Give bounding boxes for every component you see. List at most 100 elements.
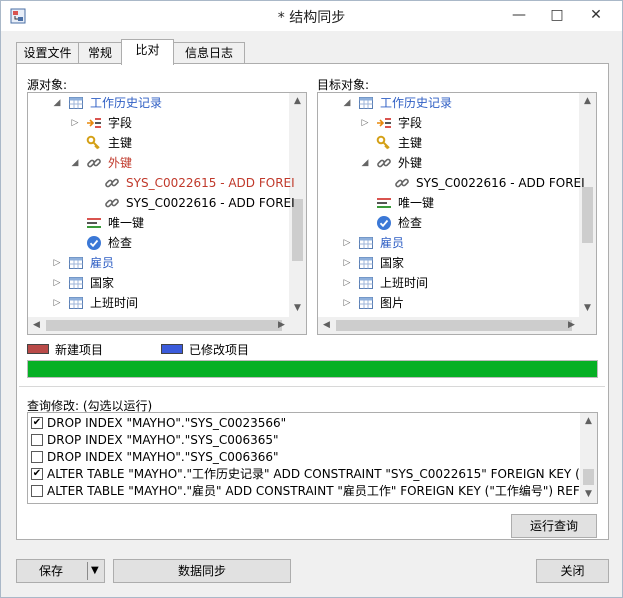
target-tree-item[interactable]: ▷ 雇员	[318, 233, 580, 253]
sync-progress-bar	[27, 360, 598, 378]
collapse-arrow-icon[interactable]: ◢	[70, 153, 80, 173]
scroll-right-icon[interactable]: ▶	[563, 317, 580, 334]
scroll-left-icon[interactable]: ◀	[28, 317, 45, 334]
minimize-icon[interactable]: —	[504, 2, 534, 28]
run-query-button[interactable]: 运行查询	[511, 514, 597, 538]
query-item[interactable]: ✔ ALTER TABLE "MAYHO"."工作历史记录" ADD CONSTR…	[28, 466, 597, 482]
query-text: ALTER TABLE "MAYHO"."雇员" ADD CONSTRAINT …	[47, 484, 588, 498]
expand-arrow-icon[interactable]: ▷	[360, 113, 370, 133]
scroll-thumb[interactable]	[336, 320, 572, 331]
scroll-up-icon[interactable]: ▲	[579, 93, 596, 110]
target-tree-item[interactable]: ▷ 上班时间	[318, 273, 580, 293]
link-icon	[105, 198, 119, 208]
target-tree-item[interactable]: ▷ 字段	[318, 113, 580, 133]
link-icon	[395, 178, 409, 188]
scrollbar-corner	[289, 317, 306, 334]
save-button[interactable]: 保存 ▼	[16, 559, 105, 583]
target-tree-item[interactable]: 检查	[318, 213, 580, 233]
expand-arrow-icon[interactable]: ▷	[342, 273, 352, 293]
target-tree-item[interactable]: 主键	[318, 133, 580, 153]
tree-item-label: 雇员	[380, 236, 405, 250]
target-horizontal-scrollbar[interactable]: ◀ ▶	[318, 317, 580, 334]
source-objects-label: 源对象:	[27, 78, 68, 92]
expand-arrow-icon[interactable]: ▷	[342, 293, 352, 313]
query-vertical-scrollbar[interactable]: ▲ ▼	[580, 413, 597, 503]
source-tree-item[interactable]: ▷ 上班时间	[28, 293, 290, 313]
table-icon	[359, 257, 373, 269]
target-object-tree[interactable]: ▲ ▼ ◀ ▶ ◢ 工作历史记录 ▷ 字段 主键 ◢ 外键 SYS_C0022616 - AD…	[317, 92, 597, 335]
tree-item-label: 图片	[380, 296, 405, 310]
close-icon[interactable]: ✕	[581, 2, 611, 28]
target-tree-item[interactable]: 唯一键	[318, 193, 580, 213]
query-item[interactable]: ✔ DROP INDEX "MAYHO"."SYS_C0023566"	[28, 415, 580, 431]
table-icon	[69, 97, 83, 109]
dropdown-arrow-icon[interactable]: ▼	[91, 560, 99, 582]
target-vertical-scrollbar[interactable]: ▲ ▼	[579, 93, 596, 317]
query-list[interactable]: ALTER TABLE "MAYHO"."雇员" ADD CONSTRAINT …	[27, 412, 598, 504]
tab-settings-file[interactable]: 设置文件	[16, 42, 79, 64]
target-tree-item[interactable]: SYS_C0022616 - ADD FOREI	[318, 173, 585, 193]
progress-fill	[28, 361, 597, 377]
expand-arrow-icon[interactable]: ▷	[342, 233, 352, 253]
source-horizontal-scrollbar[interactable]: ◀ ▶	[28, 317, 290, 334]
source-tree-item[interactable]: ◢ 外键	[28, 153, 290, 173]
scroll-left-icon[interactable]: ◀	[318, 317, 335, 334]
query-checkbox[interactable]	[31, 485, 43, 497]
maximize-icon[interactable]: □	[542, 2, 572, 28]
source-tree-item[interactable]: ◢ 工作历史记录	[28, 93, 290, 113]
scroll-right-icon[interactable]: ▶	[273, 317, 290, 334]
tree-item-label: SYS_C0022616 - ADD FOREI	[126, 196, 295, 210]
window: * 结构同步 — □ ✕ 设置文件 常规 比对 信息日志 源对象: 目标对象: …	[0, 0, 623, 598]
scroll-up-icon[interactable]: ▲	[289, 93, 306, 110]
query-checkbox-checked[interactable]: ✔	[31, 468, 43, 480]
check-icon	[87, 236, 101, 250]
tab-info-log[interactable]: 信息日志	[173, 42, 245, 64]
source-tree-item[interactable]: ▷ 雇员	[28, 253, 290, 273]
query-item[interactable]: ALTER TABLE "MAYHO"."雇员" ADD CONSTRAINT …	[28, 483, 587, 499]
expand-arrow-icon[interactable]: ▷	[70, 113, 80, 133]
data-sync-button[interactable]: 数据同步	[113, 559, 291, 583]
expand-arrow-icon[interactable]: ▷	[52, 293, 62, 313]
query-item[interactable]: DROP INDEX "MAYHO"."SYS_C006366"	[28, 449, 580, 465]
modified-item-legend-label: 已修改项目	[189, 343, 250, 357]
target-tree-item[interactable]: ◢ 外键	[318, 153, 580, 173]
scroll-thumb[interactable]	[46, 320, 282, 331]
link-icon	[105, 178, 119, 188]
expand-arrow-icon[interactable]: ▷	[52, 253, 62, 273]
collapse-arrow-icon[interactable]: ◢	[52, 93, 62, 113]
source-tree-item[interactable]: 检查	[28, 233, 290, 253]
table-icon	[359, 297, 373, 309]
query-checkbox[interactable]	[31, 434, 43, 446]
tab-general[interactable]: 常规	[78, 42, 122, 64]
query-item[interactable]: DROP INDEX "MAYHO"."SYS_C006365"	[28, 432, 580, 448]
target-tree-item[interactable]: ◢ 工作历史记录	[318, 93, 580, 113]
source-tree-item[interactable]: SYS_C0022616 - ADD FOREI	[28, 193, 295, 213]
target-tree-item[interactable]: ▷ 国家	[318, 253, 580, 273]
source-tree-item[interactable]: 主键	[28, 133, 290, 153]
source-tree-item[interactable]: SYS_C0022615 - ADD FOREI	[28, 173, 295, 193]
scroll-down-icon[interactable]: ▼	[289, 300, 306, 317]
scroll-down-icon[interactable]: ▼	[579, 300, 596, 317]
expand-arrow-icon[interactable]: ▷	[342, 253, 352, 273]
scroll-up-icon[interactable]: ▲	[580, 413, 597, 430]
collapse-arrow-icon[interactable]: ◢	[342, 93, 352, 113]
source-tree-item[interactable]: ▷ 字段	[28, 113, 290, 133]
source-tree-item[interactable]: ▷ 国家	[28, 273, 290, 293]
expand-arrow-icon[interactable]: ▷	[52, 273, 62, 293]
target-tree-item[interactable]: ▷ 图片	[318, 293, 580, 313]
tab-compare[interactable]: 比对	[121, 39, 174, 65]
link-icon	[87, 158, 101, 168]
scroll-down-icon[interactable]: ▼	[580, 486, 597, 503]
close-button[interactable]: 关闭	[536, 559, 609, 583]
unique-icon	[377, 198, 391, 208]
title-bar[interactable]: * 结构同步 — □ ✕	[1, 1, 622, 31]
source-tree-item[interactable]: 唯一键	[28, 213, 290, 233]
scroll-thumb[interactable]	[583, 469, 594, 485]
collapse-arrow-icon[interactable]: ◢	[360, 153, 370, 173]
query-checkbox[interactable]	[31, 451, 43, 463]
query-checkbox-checked[interactable]: ✔	[31, 417, 43, 429]
fields-icon	[87, 118, 101, 128]
query-text: DROP INDEX "MAYHO"."SYS_C0023566"	[47, 416, 287, 430]
source-object-tree[interactable]: ▲ ▼ ◀ ▶ ◢ 工作历史记录 ▷ 字段 主键 ◢ 外键 SYS_C0022615 - AD…	[27, 92, 307, 335]
scroll-thumb[interactable]	[582, 187, 593, 243]
